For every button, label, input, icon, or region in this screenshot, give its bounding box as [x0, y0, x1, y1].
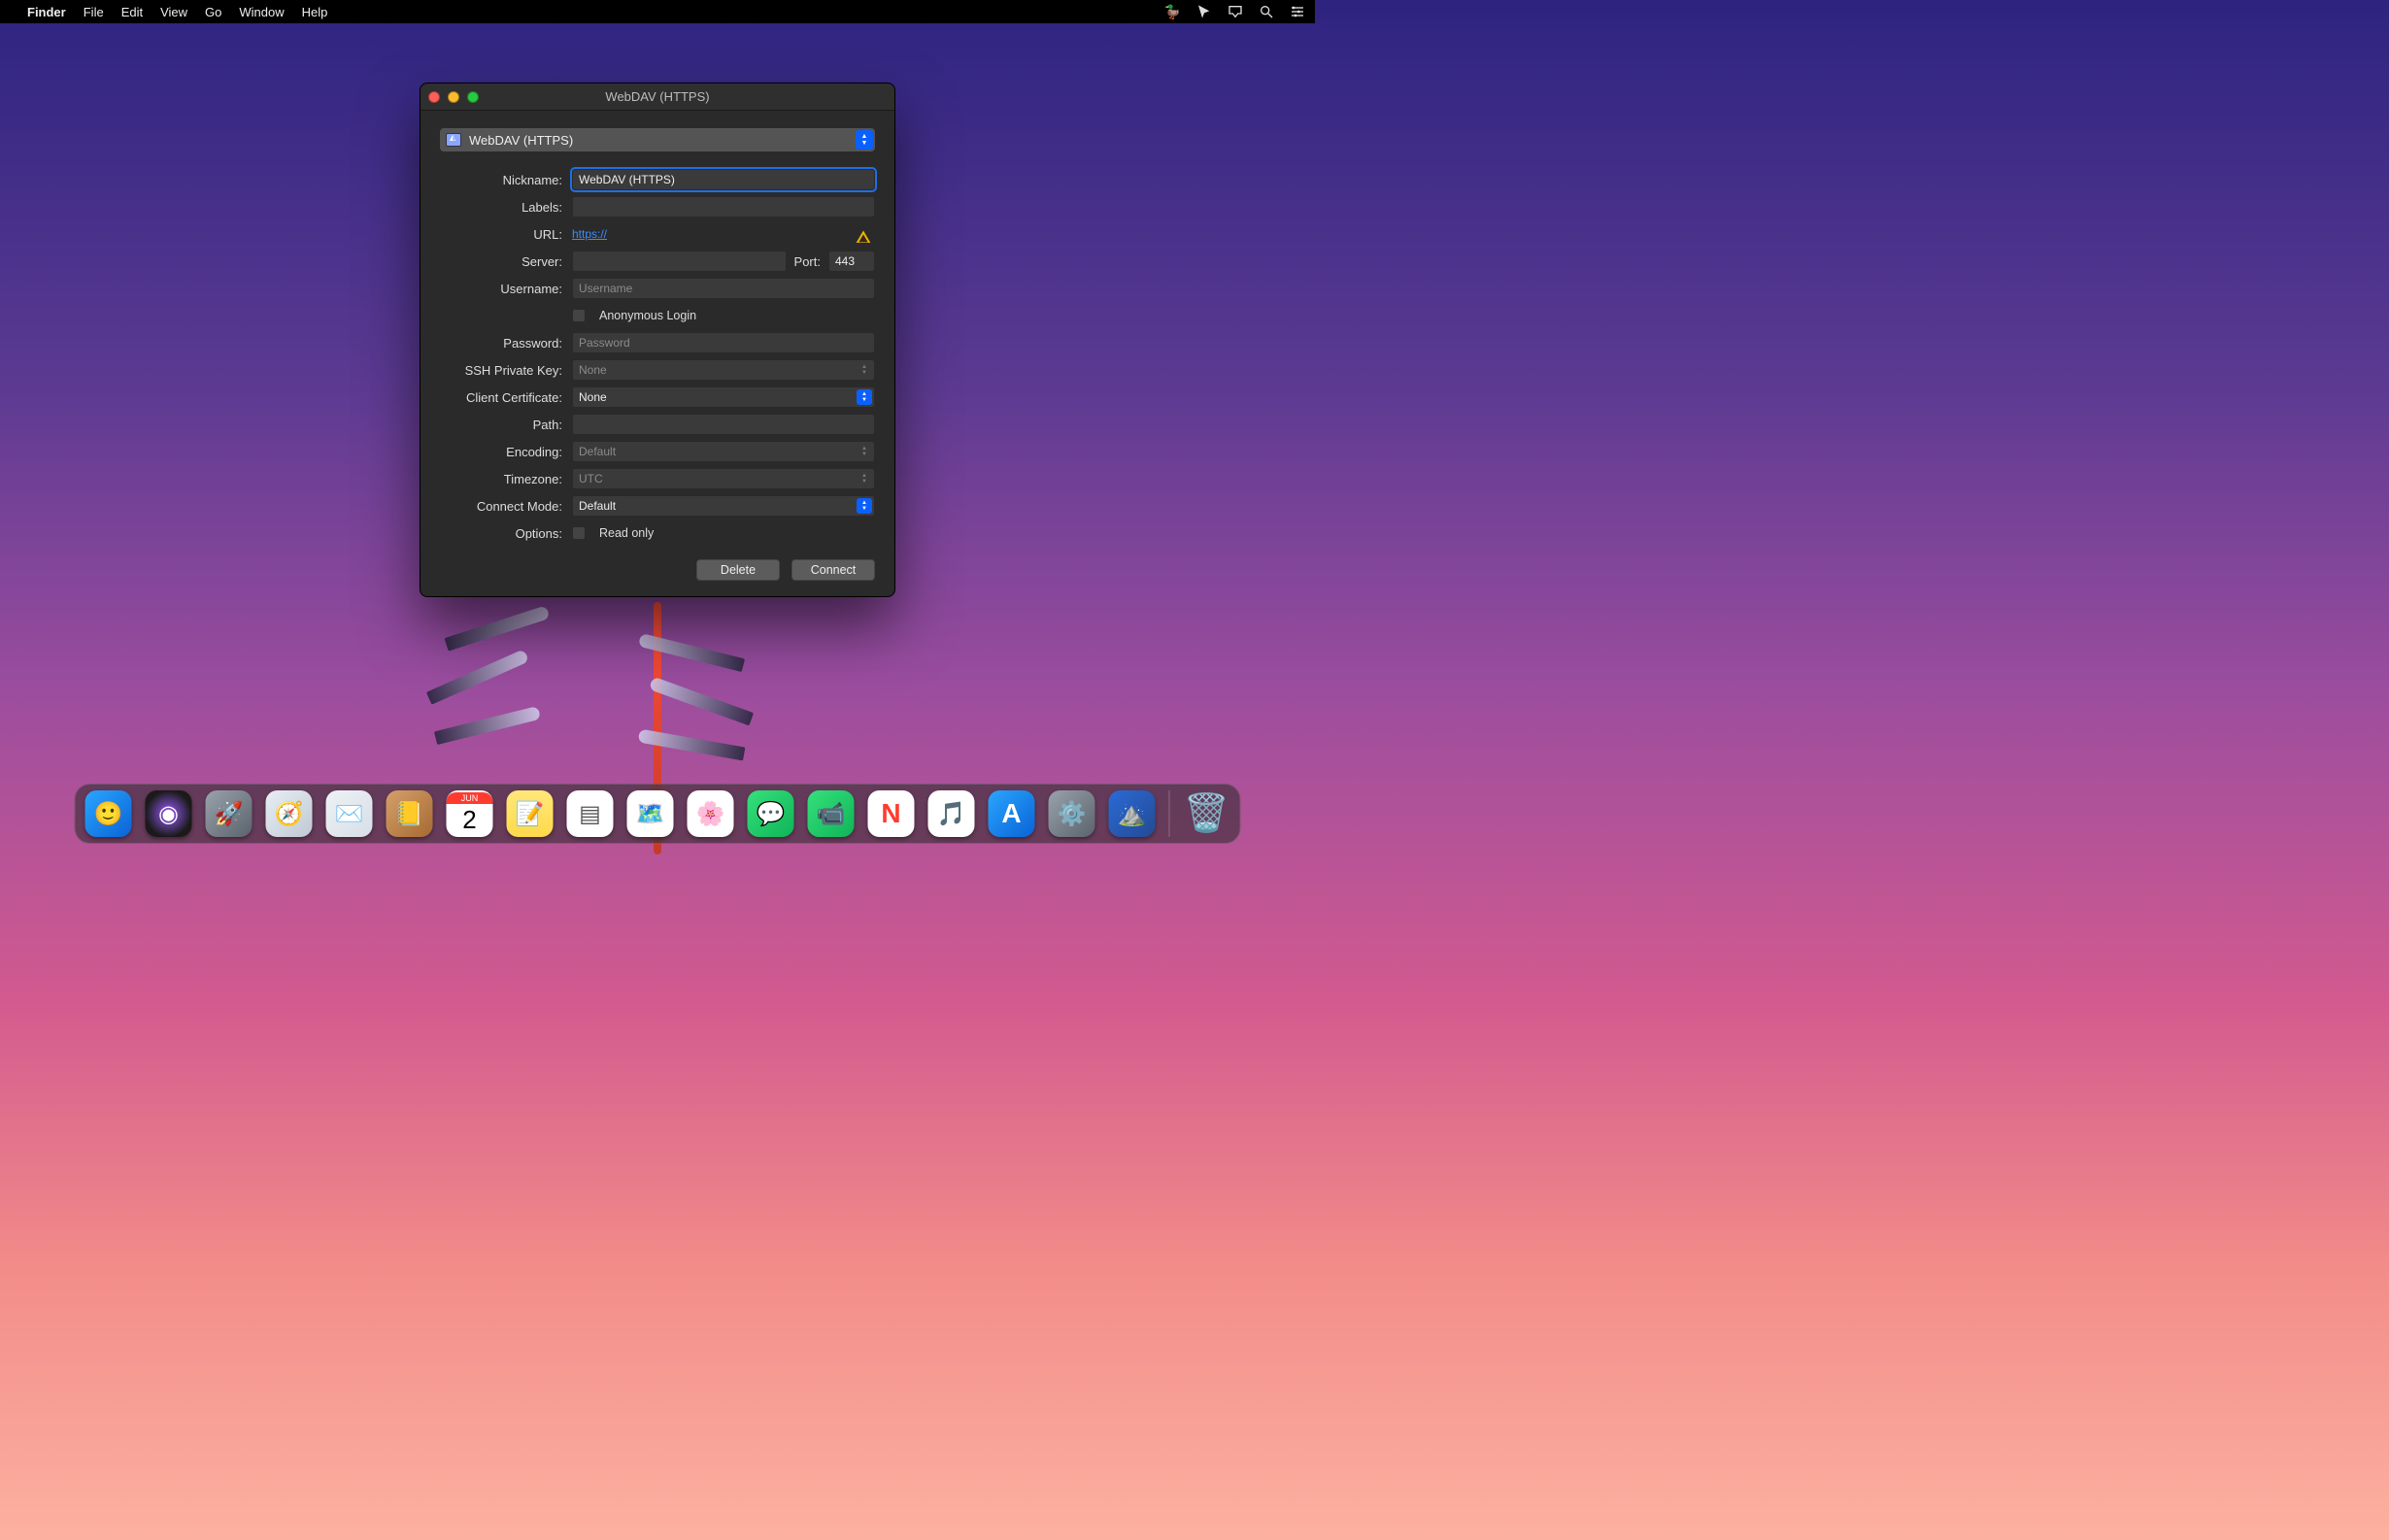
window-title: WebDAV (HTTPS) [421, 89, 894, 104]
menubar-item-file[interactable]: File [84, 5, 104, 19]
dock-trash-icon[interactable]: 🗑️ [1184, 790, 1230, 837]
chevron-updown-icon: ▲▼ [857, 362, 872, 378]
window-titlebar[interactable]: WebDAV (HTTPS) [421, 84, 894, 111]
menubar-item-window[interactable]: Window [239, 5, 284, 19]
menubar-item-go[interactable]: Go [205, 5, 221, 19]
connect-mode-label: Connect Mode: [440, 499, 572, 514]
labels-label: Labels: [440, 200, 572, 215]
window-minimize-button[interactable] [448, 91, 459, 103]
nickname-input[interactable] [572, 169, 875, 190]
port-label: Port: [794, 254, 821, 269]
chevron-updown-icon: ▲▼ [856, 130, 873, 150]
dock-safari-icon[interactable]: 🧭 [266, 790, 313, 837]
menubar: Finder File Edit View Go Window Help 🦆 [0, 0, 1315, 23]
dock-launchpad-icon[interactable]: 🚀 [206, 790, 252, 837]
port-input[interactable] [828, 251, 875, 272]
menubar-item-edit[interactable]: Edit [121, 5, 143, 19]
ssh-key-label: SSH Private Key: [440, 363, 572, 378]
dock-appstore-icon[interactable]: A [989, 790, 1035, 837]
dock-siri-icon[interactable]: ◉ [146, 790, 192, 837]
webdav-icon [446, 133, 461, 147]
encoding-label: Encoding: [440, 445, 572, 459]
connect-mode-select[interactable]: Default ▲▼ [572, 495, 875, 517]
chevron-updown-icon: ▲▼ [857, 444, 872, 459]
options-label: Options: [440, 526, 572, 541]
chevron-updown-icon: ▲▼ [857, 389, 872, 405]
anonymous-checkbox-label: Anonymous Login [599, 309, 696, 322]
dock-music-icon[interactable]: 🎵 [928, 790, 975, 837]
connection-type-select[interactable]: WebDAV (HTTPS) ▲▼ [440, 128, 875, 151]
dock-separator [1169, 790, 1170, 837]
menubar-item-help[interactable]: Help [302, 5, 328, 19]
password-input[interactable] [572, 332, 875, 353]
timezone-label: Timezone: [440, 472, 572, 486]
server-label: Server: [440, 254, 572, 269]
connect-button[interactable]: Connect [791, 559, 875, 581]
path-input[interactable] [572, 414, 875, 435]
url-label: URL: [440, 227, 572, 242]
anonymous-checkbox[interactable] [572, 309, 586, 322]
status-airplay-icon[interactable] [1228, 4, 1243, 19]
timezone-select: UTC ▲▼ [572, 468, 875, 489]
dock-mail-icon[interactable]: ✉️ [326, 790, 373, 837]
dock-messages-icon[interactable]: 💬 [748, 790, 794, 837]
warning-icon [856, 229, 871, 245]
readonly-checkbox[interactable] [572, 526, 586, 540]
status-pointer-icon[interactable] [1196, 4, 1212, 19]
delete-button[interactable]: Delete [696, 559, 780, 581]
chevron-updown-icon: ▲▼ [857, 471, 872, 486]
spotlight-search-icon[interactable] [1259, 4, 1274, 19]
dock-facetime-icon[interactable]: 📹 [808, 790, 855, 837]
ssh-key-select: None ▲▼ [572, 359, 875, 381]
encoding-select: Default ▲▼ [572, 441, 875, 462]
menubar-app-name[interactable]: Finder [27, 5, 66, 19]
window-zoom-button[interactable] [467, 91, 479, 103]
path-label: Path: [440, 418, 572, 432]
connection-type-value: WebDAV (HTTPS) [469, 133, 573, 148]
dock-reminders-icon[interactable]: ▤ [567, 790, 614, 837]
dock-calendar-icon[interactable]: JUN2 [447, 790, 493, 837]
dock-notes-icon[interactable]: 📝 [507, 790, 554, 837]
labels-input[interactable] [572, 196, 875, 218]
username-label: Username: [440, 282, 572, 296]
control-center-icon[interactable] [1290, 4, 1305, 19]
dock-settings-icon[interactable]: ⚙️ [1049, 790, 1095, 837]
dock-finder-icon[interactable]: 🙂 [85, 790, 132, 837]
connection-window: WebDAV (HTTPS) WebDAV (HTTPS) ▲▼ Nicknam… [420, 83, 895, 597]
dock-maps-icon[interactable]: 🗺️ [627, 790, 674, 837]
dock-cyberduck-icon[interactable]: ⛰️ [1109, 790, 1156, 837]
dock-contacts-icon[interactable]: 📒 [387, 790, 433, 837]
dock-news-icon[interactable]: N [868, 790, 915, 837]
client-cert-label: Client Certificate: [440, 390, 572, 405]
server-input[interactable] [572, 251, 787, 272]
chevron-updown-icon: ▲▼ [857, 498, 872, 514]
window-close-button[interactable] [428, 91, 440, 103]
readonly-checkbox-label: Read only [599, 526, 654, 540]
menubar-item-view[interactable]: View [160, 5, 187, 19]
url-link[interactable]: https:// [572, 227, 607, 241]
dock: 🙂 ◉ 🚀 🧭 ✉️ 📒 JUN2 📝 ▤ 🗺️ 🌸 💬 📹 N 🎵 A ⚙️ ⛰️ 🗑️ [75, 784, 1241, 844]
password-label: Password: [440, 336, 572, 351]
dock-photos-icon[interactable]: 🌸 [688, 790, 734, 837]
nickname-label: Nickname: [440, 173, 572, 187]
username-input[interactable] [572, 278, 875, 299]
client-cert-select[interactable]: None ▲▼ [572, 386, 875, 408]
status-duck-icon[interactable]: 🦆 [1164, 4, 1181, 20]
